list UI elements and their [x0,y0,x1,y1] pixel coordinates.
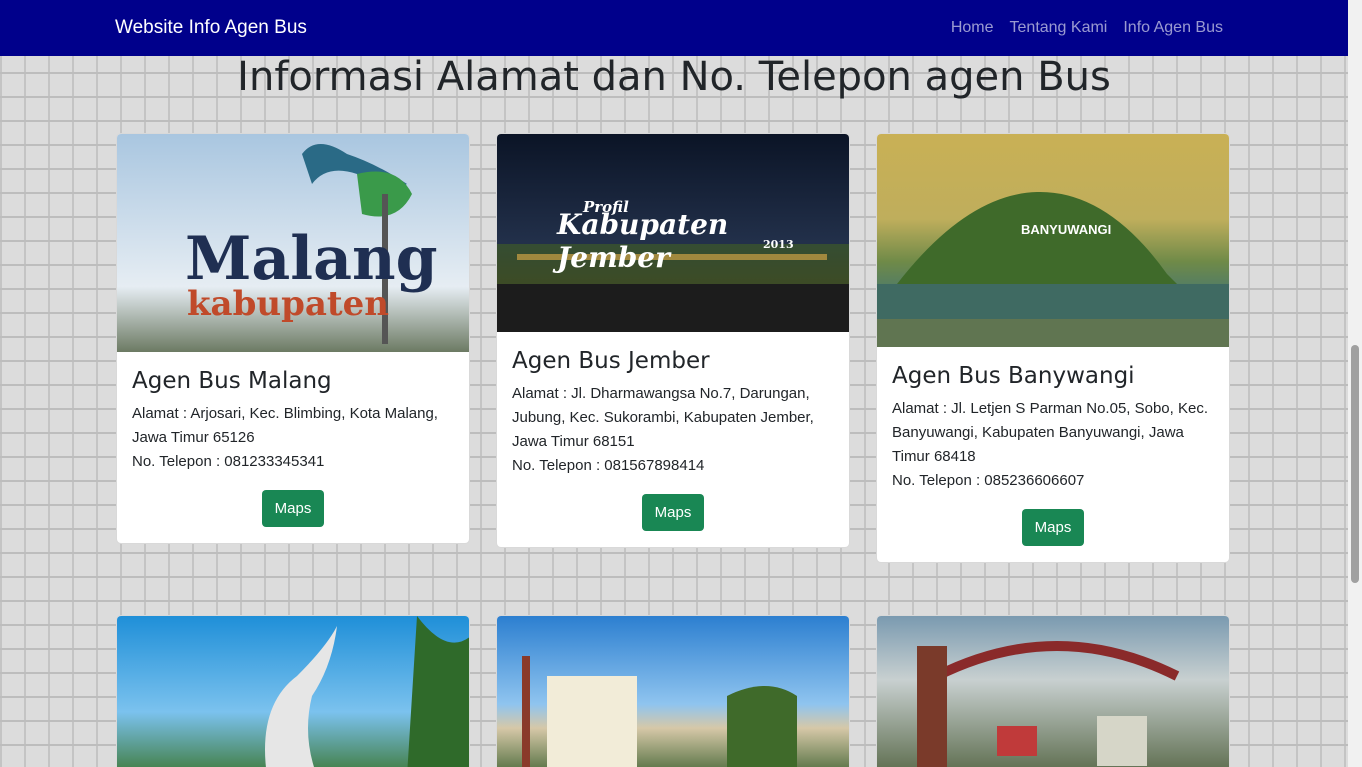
card-body: Agen Bus Malang Alamat : Arjosari, Kec. … [117,352,469,543]
brand-link[interactable]: Website Info Agen Bus [115,17,307,39]
card-banyuwangi: BANYUWANGI Agen Bus Banywangi Alamat : J… [876,133,1230,563]
card-phone: No. Telepon : 081233345341 [132,453,325,470]
card-malang: Malang kabupaten Agen Bus Malang Alamat … [116,133,470,544]
nav-agen-link[interactable]: Info Agen Bus [1123,19,1223,37]
scrollbar-thumb[interactable] [1351,345,1359,583]
jember-image-year: 2013 [763,238,794,251]
card-phone: No. Telepon : 085236606607 [892,472,1085,489]
city-graphic [522,656,797,767]
gate-graphic [917,641,1180,767]
banyuwangi-image: BANYUWANGI [877,134,1229,347]
card-body: Agen Bus Banywangi Alamat : Jl. Letjen S… [877,347,1229,562]
jember-image-text: Kabupaten Jember [557,208,729,274]
card-address: Alamat : Jl. Letjen S Parman No.05, Sobo… [892,400,1208,465]
page-title: Informasi Alamat dan No. Telepon agen Bu… [237,54,1111,100]
card-row2-1-image [117,616,469,767]
card-title: Agen Bus Banywangi [892,363,1135,389]
card-address: Alamat : Arjosari, Kec. Blimbing, Kota M… [132,405,438,446]
card-row2-3-image [877,616,1229,767]
card-body: Agen Bus Jember Alamat : Jl. Dharmawangs… [497,332,849,547]
page-scrollbar[interactable] [1348,0,1362,767]
card-phone: No. Telepon : 081567898414 [512,457,705,474]
statue-graphic [265,616,469,767]
jember-image: Profil Kabupaten Jember 2013 [497,134,849,332]
card-row2-1 [116,615,470,767]
card-row2-2-image [497,616,849,767]
malang-image-subtext: kabupaten [187,284,389,324]
card-title: Agen Bus Jember [512,348,710,374]
maps-button[interactable]: Maps [1021,509,1085,546]
nav-about-link[interactable]: Tentang Kami [1010,19,1108,37]
card-row2-3 [876,615,1230,767]
maps-button[interactable]: Maps [261,490,325,527]
card-row2-2 [496,615,850,767]
nav-links: Home Tentang Kami Info Agen Bus [951,19,1223,37]
malang-image: Malang kabupaten [117,134,469,352]
nav-home-link[interactable]: Home [951,19,994,37]
navbar: Website Info Agen Bus Home Tentang Kami … [0,0,1348,56]
banyuwangi-island-graphic [877,191,1229,347]
card-address: Alamat : Jl. Dharmawangsa No.7, Darungan… [512,385,814,450]
banyuwangi-image-text: BANYUWANGI [1021,222,1112,237]
card-jember: Profil Kabupaten Jember 2013 Agen Bus Je… [496,133,850,548]
maps-button[interactable]: Maps [641,494,705,531]
card-title: Agen Bus Malang [132,368,332,394]
